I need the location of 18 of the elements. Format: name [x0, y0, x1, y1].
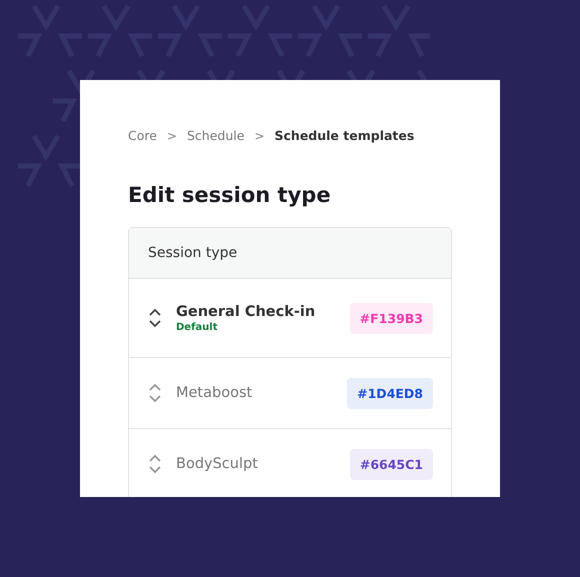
breadcrumb-separator: > — [254, 128, 265, 142]
sort-icon[interactable] — [148, 308, 162, 328]
session-row[interactable]: Metaboost #1D4ED8 — [129, 358, 451, 429]
breadcrumb-link[interactable]: Schedule templates — [274, 128, 414, 143]
session-name: BodySculpt — [176, 456, 259, 472]
color-code: #F139B3 — [350, 302, 433, 334]
session-name: Metaboost — [176, 385, 254, 401]
breadcrumb-link[interactable]: Schedule — [187, 128, 244, 143]
column-header: Session type — [148, 245, 238, 261]
breadcrumb-link[interactable]: Core — [128, 128, 157, 143]
breadcrumb-separator: > — [166, 128, 177, 142]
session-row[interactable]: BodySculpt #6645C1 — [129, 429, 451, 497]
color-code: #1D4ED8 — [347, 378, 433, 408]
color-code: #6645C1 — [350, 448, 433, 480]
session-name: General Check-in — [176, 304, 316, 320]
session-row[interactable]: General Check-in Default #F139B3 — [129, 279, 451, 358]
default-label: Default — [176, 322, 219, 332]
page-title: Edit session type — [128, 183, 332, 207]
